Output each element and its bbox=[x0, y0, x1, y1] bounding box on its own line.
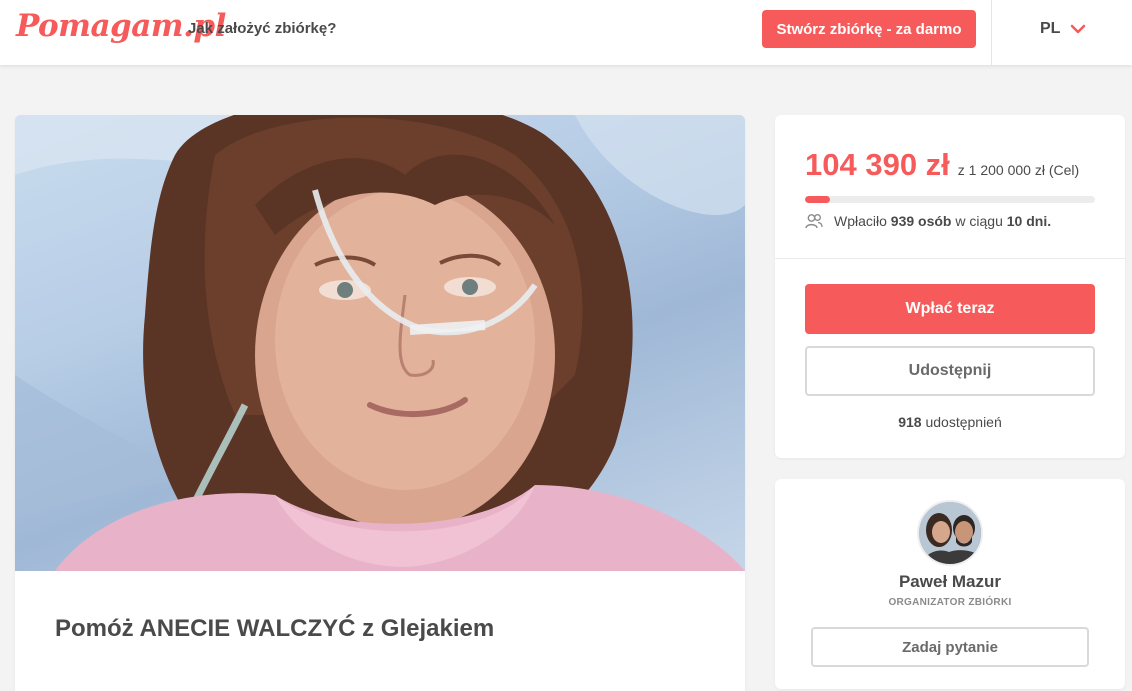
donors-middle: w ciągu bbox=[955, 213, 1003, 229]
share-count-number: 918 bbox=[898, 414, 922, 430]
donors-prefix: Wpłaciło bbox=[834, 213, 887, 229]
donors-summary: Wpłaciło 939 osób w ciągu 10 dni. bbox=[805, 213, 1051, 229]
header-divider bbox=[991, 0, 992, 65]
donation-days: 10 dni. bbox=[1006, 213, 1052, 229]
how-to-create-link[interactable]: Jak założyć zbiórkę? bbox=[188, 20, 336, 37]
people-icon bbox=[805, 214, 823, 229]
donors-count: 939 osób bbox=[890, 213, 952, 229]
share-count-label: udostępnień bbox=[925, 414, 1002, 430]
campaign-title: Pomóż ANECIE WALCZYĆ z Glejakiem bbox=[55, 615, 495, 642]
language-label: PL bbox=[1040, 20, 1061, 37]
progress-fill bbox=[805, 196, 831, 203]
organizer-card: Paweł Mazur ORGANIZATOR ZBIÓRKI Zadaj py… bbox=[775, 479, 1125, 689]
goal-amount: z 1 200 000 zł (Cel) bbox=[957, 162, 1080, 178]
donation-card: 104 390 zł z 1 200 000 zł (Cel) Wpłaciło… bbox=[775, 115, 1125, 458]
amount-row: 104 390 zł z 1 200 000 zł (Cel) bbox=[805, 147, 1079, 183]
card-divider bbox=[775, 258, 1125, 259]
organizer-avatar[interactable] bbox=[917, 500, 983, 566]
chevron-down-icon bbox=[1071, 24, 1086, 34]
share-button[interactable]: Udostępnij bbox=[805, 346, 1095, 396]
donate-now-button[interactable]: Wpłać teraz bbox=[805, 284, 1095, 334]
top-header: Pomagam.pl Jak założyć zbiórkę? Stwórz z… bbox=[0, 0, 1132, 65]
progress-bar bbox=[805, 196, 1095, 203]
raised-amount: 104 390 zł bbox=[805, 147, 950, 182]
organizer-role: ORGANIZATOR ZBIÓRKI bbox=[888, 597, 1012, 608]
campaign-card: Pomóż ANECIE WALCZYĆ z Glejakiem bbox=[15, 115, 745, 691]
share-count: 918 udostępnień bbox=[775, 414, 1125, 430]
create-fundraiser-button[interactable]: Stwórz zbiórkę - za darmo bbox=[762, 10, 976, 48]
campaign-photo bbox=[15, 115, 745, 571]
organizer-name[interactable]: Paweł Mazur bbox=[775, 572, 1125, 592]
ask-question-button[interactable]: Zadaj pytanie bbox=[811, 627, 1089, 667]
language-selector[interactable]: PL bbox=[1040, 20, 1086, 38]
